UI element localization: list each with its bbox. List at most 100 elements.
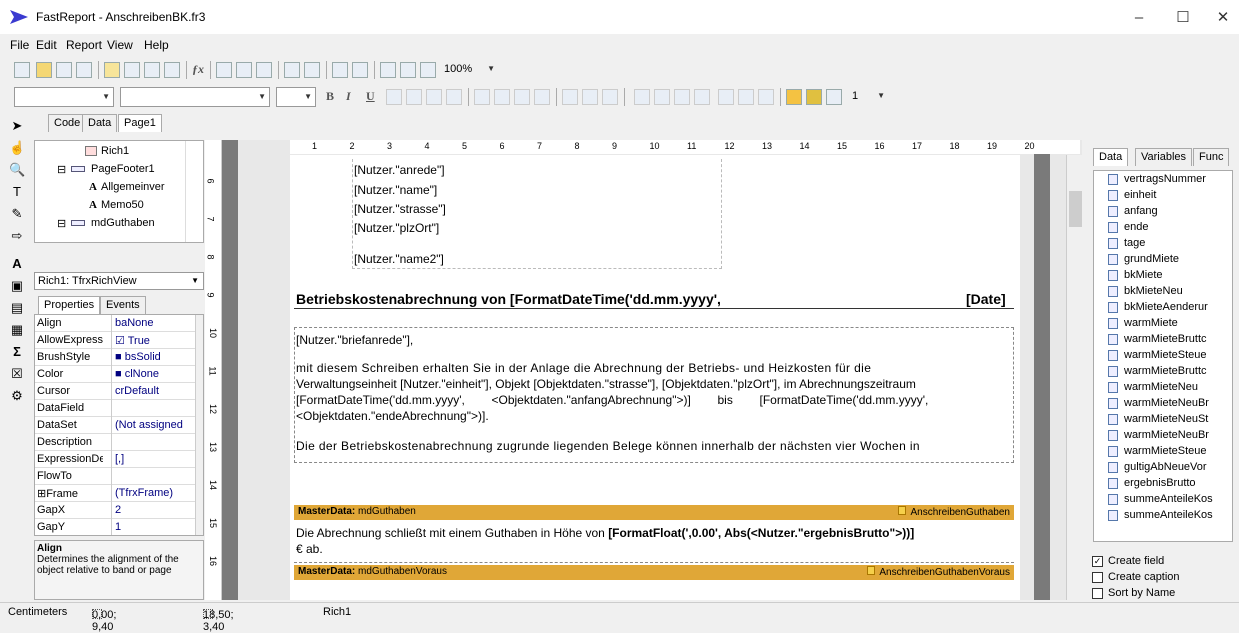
underline-button[interactable]: U	[366, 89, 375, 104]
align-left-icon[interactable]	[474, 89, 490, 105]
copy-icon[interactable]	[236, 62, 252, 78]
checkbox-object-icon[interactable]: ☒	[9, 366, 25, 382]
save-icon[interactable]	[56, 62, 72, 78]
data-field-item[interactable]: warmMieteSteue	[1124, 445, 1207, 457]
frame-top-icon[interactable]	[634, 89, 650, 105]
grid-icon[interactable]	[380, 62, 396, 78]
bold-button[interactable]: B	[326, 89, 334, 104]
data-field-item[interactable]: summeAnteileKos	[1124, 493, 1213, 505]
data-field-item[interactable]: ende	[1124, 221, 1148, 233]
tab-data-tree[interactable]: Data	[1093, 148, 1129, 166]
property-row[interactable]: Color ■ clNone	[35, 366, 195, 383]
property-value[interactable]: 2	[115, 504, 121, 516]
property-row[interactable]: Cursor crDefault	[35, 383, 195, 400]
address-name[interactable]: [Nutzer."name"]	[354, 183, 437, 197]
font-size-combo[interactable]: ▼	[276, 87, 316, 107]
align-bottom-icon[interactable]	[602, 89, 618, 105]
undo-icon[interactable]	[284, 62, 300, 78]
property-value[interactable]: 1	[115, 521, 121, 533]
data-field-item[interactable]: einheit	[1124, 189, 1156, 201]
property-row[interactable]: GapX 2	[35, 502, 195, 519]
data-field-item[interactable]: warmMieteNeuBr	[1124, 429, 1209, 441]
align-center-icon[interactable]	[494, 89, 510, 105]
font-name-combo[interactable]: ▼	[120, 87, 270, 107]
data-field-item[interactable]: summeAnteileKos	[1124, 509, 1213, 521]
property-row[interactable]: BrushStyle ■ bsSolid	[35, 349, 195, 366]
data-field-item[interactable]: warmMiete	[1124, 317, 1178, 329]
data-field-item[interactable]: anfang	[1124, 205, 1158, 217]
align-middle-icon[interactable]	[582, 89, 598, 105]
create-field-checkbox[interactable]: ✓	[1092, 556, 1103, 567]
tab-code[interactable]: Code	[48, 114, 87, 132]
fill-color-icon[interactable]	[786, 89, 802, 105]
property-value[interactable]: (TfrxFrame)	[115, 487, 173, 499]
property-row[interactable]: ⊞Frame (TfrxFrame)	[35, 485, 195, 502]
font-color-icon[interactable]	[406, 89, 422, 105]
paste-icon[interactable]	[256, 62, 272, 78]
data-field-item[interactable]: grundMiete	[1124, 253, 1179, 265]
property-value[interactable]: baNone	[115, 317, 154, 329]
system-text-icon[interactable]: Σ	[9, 344, 25, 360]
property-value[interactable]: (Not assigned	[115, 419, 183, 431]
new-page-icon[interactable]	[124, 62, 140, 78]
menu-edit[interactable]: Edit	[36, 38, 57, 52]
create-caption-checkbox[interactable]	[1092, 572, 1103, 583]
new-icon[interactable]	[14, 62, 30, 78]
frame-left-icon[interactable]	[674, 89, 690, 105]
property-row[interactable]: GapY 1	[35, 519, 195, 535]
property-value[interactable]: crDefault	[115, 385, 159, 397]
function-icon[interactable]: ƒx	[192, 62, 204, 77]
new-dialog-icon[interactable]	[144, 62, 160, 78]
align-top-icon[interactable]	[562, 89, 578, 105]
data-field-item[interactable]: warmMieteBruttc	[1124, 365, 1207, 377]
subreport-icon[interactable]: ▤	[9, 300, 25, 316]
property-value[interactable]: ■ clNone	[115, 368, 159, 380]
data-field-item[interactable]: vertragsNummer	[1124, 173, 1206, 185]
property-scrollbar[interactable]	[195, 315, 203, 535]
text-object-icon[interactable]: A	[9, 256, 25, 272]
zoom-tool-icon[interactable]: 🔍	[9, 162, 25, 178]
align-right-icon[interactable]	[514, 89, 530, 105]
data-field-item[interactable]: bkMiete	[1124, 269, 1163, 281]
property-row[interactable]: Description	[35, 434, 195, 451]
frame-color-icon[interactable]	[806, 89, 822, 105]
italic-button[interactable]: I	[346, 89, 351, 104]
data-field-item[interactable]: warmMieteNeuSt	[1124, 413, 1208, 425]
data-field-item[interactable]: bkMieteAenderur	[1124, 301, 1208, 313]
ungroup-icon[interactable]	[352, 62, 368, 78]
frame-none-icon[interactable]	[738, 89, 754, 105]
heading-memo[interactable]: Betriebskostenabrechnung von [FormatDate…	[296, 291, 721, 307]
heading-date[interactable]: [Date]	[966, 291, 1006, 307]
frame-all-icon[interactable]	[718, 89, 734, 105]
address-plzort[interactable]: [Nutzer."plzOrt"]	[354, 221, 439, 235]
menu-file[interactable]: File	[10, 38, 29, 52]
frame-bottom-icon[interactable]	[654, 89, 670, 105]
property-value[interactable]: ☑ True	[115, 334, 150, 347]
data-field-tree[interactable]: vertragsNummer einheit anfang ende tage grund…	[1093, 170, 1233, 542]
property-row[interactable]: AllowExpress ☑ True	[35, 332, 195, 349]
tree-scrollbar[interactable]	[185, 141, 203, 242]
format-painter-icon[interactable]: ✎	[9, 206, 25, 222]
highlight-icon[interactable]	[426, 89, 442, 105]
delete-page-icon[interactable]	[164, 62, 180, 78]
address-strasse[interactable]: [Nutzer."strasse"]	[354, 202, 446, 216]
data-field-item[interactable]: ergebnisBrutto	[1124, 477, 1196, 489]
picture-object-icon[interactable]: ▣	[9, 278, 25, 294]
rotation-icon[interactable]	[446, 89, 462, 105]
property-row[interactable]: DataSet (Not assigned	[35, 417, 195, 434]
data-field-item[interactable]: warmMieteBruttc	[1124, 333, 1207, 345]
more-objects-icon[interactable]: ⚙	[9, 388, 25, 404]
data-field-item[interactable]: tage	[1124, 237, 1145, 249]
tab-functions[interactable]: Func	[1193, 148, 1230, 166]
data-field-item[interactable]: bkMieteNeu	[1124, 285, 1183, 297]
tab-variables[interactable]: Variables	[1135, 148, 1193, 166]
select-tool-icon[interactable]: ➤	[9, 118, 25, 134]
data-field-item[interactable]: warmMieteNeu	[1124, 381, 1198, 393]
property-value[interactable]: [,]	[115, 453, 124, 465]
font-settings-icon[interactable]	[386, 89, 402, 105]
group-icon[interactable]	[332, 62, 348, 78]
data-field-item[interactable]: gultigAbNeueVor	[1124, 461, 1207, 473]
menu-help[interactable]: Help	[144, 38, 169, 52]
hand-tool-icon[interactable]: ☝	[9, 140, 25, 156]
menu-view[interactable]: View	[107, 38, 133, 52]
